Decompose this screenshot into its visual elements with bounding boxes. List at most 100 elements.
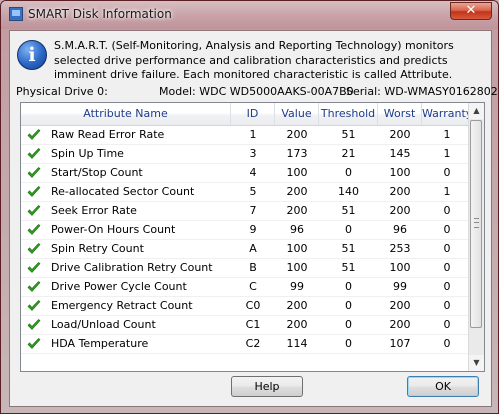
attribute-id-cell: B — [249, 261, 257, 274]
column-header-id[interactable]: ID — [231, 103, 275, 125]
smart-description: S.M.A.R.T. (Self-Monitoring, Analysis an… — [54, 39, 454, 81]
status-ok-check-icon — [27, 129, 41, 140]
status-ok-check-icon — [27, 205, 41, 216]
attribute-worst-cell: 96 — [393, 223, 407, 236]
attribute-id-cell: C0 — [245, 299, 261, 312]
attribute-name-cell: Emergency Retract Count — [51, 299, 193, 312]
status-ok-check-icon — [27, 281, 41, 292]
attribute-threshold-cell: 0 — [345, 299, 352, 312]
scroll-up-arrow-icon[interactable]: ▲ — [469, 103, 484, 119]
status-ok-check-icon — [27, 338, 41, 349]
table-row[interactable]: Drive Calibration Retry Count B 100 51 100 0 — [21, 259, 472, 278]
attribute-name-cell: Spin Up Time — [51, 147, 124, 160]
drive-model: Model: WDC WD5000AAKS-00A7B0 — [159, 85, 354, 98]
attribute-name-cell: Load/Unload Count — [51, 318, 156, 331]
status-ok-check-icon — [27, 300, 41, 311]
attribute-value-cell: 200 — [286, 185, 308, 198]
attributes-table[interactable]: Attribute Name ID Value Threshold Worst … — [20, 102, 485, 372]
attribute-warranty-cell: 1 — [443, 128, 451, 141]
scrollbar-thumb[interactable] — [470, 120, 482, 328]
attribute-threshold-cell: 0 — [345, 223, 352, 236]
attribute-name-cell: Power-On Hours Count — [51, 223, 176, 236]
table-row[interactable]: HDA Temperature C2 114 0 107 0 — [21, 335, 472, 354]
attribute-id-cell: 7 — [249, 204, 257, 217]
attribute-worst-cell: 200 — [389, 204, 411, 217]
table-row[interactable]: Start/Stop Count 4 100 0 100 0 — [21, 164, 472, 183]
column-header-value[interactable]: Value — [275, 103, 319, 125]
attribute-name-cell: Seek Error Rate — [51, 204, 137, 217]
attribute-warranty-cell: 1 — [443, 147, 451, 160]
attribute-worst-cell: 253 — [389, 242, 411, 255]
attribute-worst-cell: 145 — [389, 147, 411, 160]
attribute-value-cell: 200 — [286, 204, 308, 217]
table-row[interactable]: Emergency Retract Count C0 200 0 200 0 — [21, 297, 472, 316]
status-ok-check-icon — [27, 262, 41, 273]
window-title: SMART Disk Information — [28, 7, 172, 21]
attribute-value-cell: 100 — [286, 261, 308, 274]
physical-drive-label: Physical Drive 0: — [16, 85, 108, 98]
attribute-threshold-cell: 51 — [341, 204, 356, 217]
scrollbar-grip-icon — [474, 218, 479, 228]
column-header-warranty[interactable]: Warranty — [422, 103, 472, 125]
table-row[interactable]: Power-On Hours Count 9 96 0 96 0 — [21, 221, 472, 240]
attribute-warranty-cell: 0 — [443, 299, 451, 312]
attribute-name-cell: Spin Retry Count — [51, 242, 144, 255]
attribute-worst-cell: 200 — [389, 128, 411, 141]
attribute-threshold-cell: 0 — [345, 166, 352, 179]
attribute-threshold-cell: 51 — [341, 128, 356, 141]
vertical-scrollbar[interactable]: ▲ ▼ — [468, 103, 484, 371]
attribute-name-cell: Start/Stop Count — [51, 166, 143, 179]
table-row[interactable]: Raw Read Error Rate 1 200 51 200 1 — [21, 126, 472, 145]
attribute-name-cell: Drive Calibration Retry Count — [51, 261, 213, 274]
attribute-warranty-cell: 1 — [443, 185, 451, 198]
table-row[interactable]: Seek Error Rate 7 200 51 200 0 — [21, 202, 472, 221]
table-body: Raw Read Error Rate 1 200 51 200 1 Spin Up Tim… — [21, 126, 472, 354]
attribute-value-cell: 99 — [290, 280, 304, 293]
column-header-worst[interactable]: Worst — [378, 103, 422, 125]
attribute-worst-cell: 100 — [389, 166, 411, 179]
help-button[interactable]: Help — [231, 376, 303, 397]
attribute-warranty-cell: 0 — [443, 337, 451, 350]
attribute-warranty-cell: 0 — [443, 261, 451, 274]
table-row[interactable]: Spin Retry Count A 100 51 253 0 — [21, 240, 472, 259]
table-row[interactable]: Load/Unload Count C1 200 0 200 0 — [21, 316, 472, 335]
attribute-threshold-cell: 51 — [341, 261, 356, 274]
app-icon — [9, 7, 23, 21]
status-ok-check-icon — [27, 167, 41, 178]
attribute-value-cell: 200 — [286, 318, 308, 331]
scroll-down-arrow-icon[interactable]: ▼ — [469, 355, 484, 371]
close-button[interactable]: ✕ — [450, 2, 492, 20]
attribute-value-cell: 100 — [286, 166, 308, 179]
table-row[interactable]: Re-allocated Sector Count 5 200 140 200 1 — [21, 183, 472, 202]
ok-button[interactable]: OK — [407, 376, 479, 397]
attribute-name-cell: Drive Power Cycle Count — [51, 280, 187, 293]
attribute-id-cell: 4 — [249, 166, 257, 179]
attribute-warranty-cell: 0 — [443, 223, 451, 236]
attribute-id-cell: 9 — [249, 223, 257, 236]
column-header-threshold[interactable]: Threshold — [319, 103, 378, 125]
attribute-value-cell: 200 — [286, 128, 308, 141]
attribute-id-cell: A — [249, 242, 257, 255]
attribute-threshold-cell: 0 — [345, 337, 352, 350]
attribute-warranty-cell: 0 — [443, 280, 451, 293]
attribute-warranty-cell: 0 — [443, 166, 451, 179]
attribute-warranty-cell: 0 — [443, 204, 451, 217]
attribute-worst-cell: 107 — [389, 337, 411, 350]
attribute-id-cell: 1 — [249, 128, 257, 141]
title-bar[interactable]: SMART Disk Information ✕ — [1, 1, 498, 29]
attribute-name-cell: HDA Temperature — [51, 337, 149, 350]
attribute-warranty-cell: 0 — [443, 242, 451, 255]
table-row[interactable]: Drive Power Cycle Count C 99 0 99 0 — [21, 278, 472, 297]
column-header-attribute-name[interactable]: Attribute Name — [21, 103, 231, 125]
attribute-threshold-cell: 0 — [345, 318, 352, 331]
attribute-id-cell: 5 — [249, 185, 257, 198]
attribute-worst-cell: 200 — [389, 185, 411, 198]
drive-info-row: Physical Drive 0: Model: WDC WD5000AAKS-… — [16, 85, 498, 99]
table-row[interactable]: Spin Up Time 3 173 21 145 1 — [21, 145, 472, 164]
table-header: Attribute Name ID Value Threshold Worst … — [21, 103, 472, 126]
status-ok-check-icon — [27, 186, 41, 197]
attribute-worst-cell: 100 — [389, 261, 411, 274]
attribute-value-cell: 100 — [286, 242, 308, 255]
attribute-threshold-cell: 0 — [345, 280, 352, 293]
attribute-value-cell: 96 — [290, 223, 304, 236]
